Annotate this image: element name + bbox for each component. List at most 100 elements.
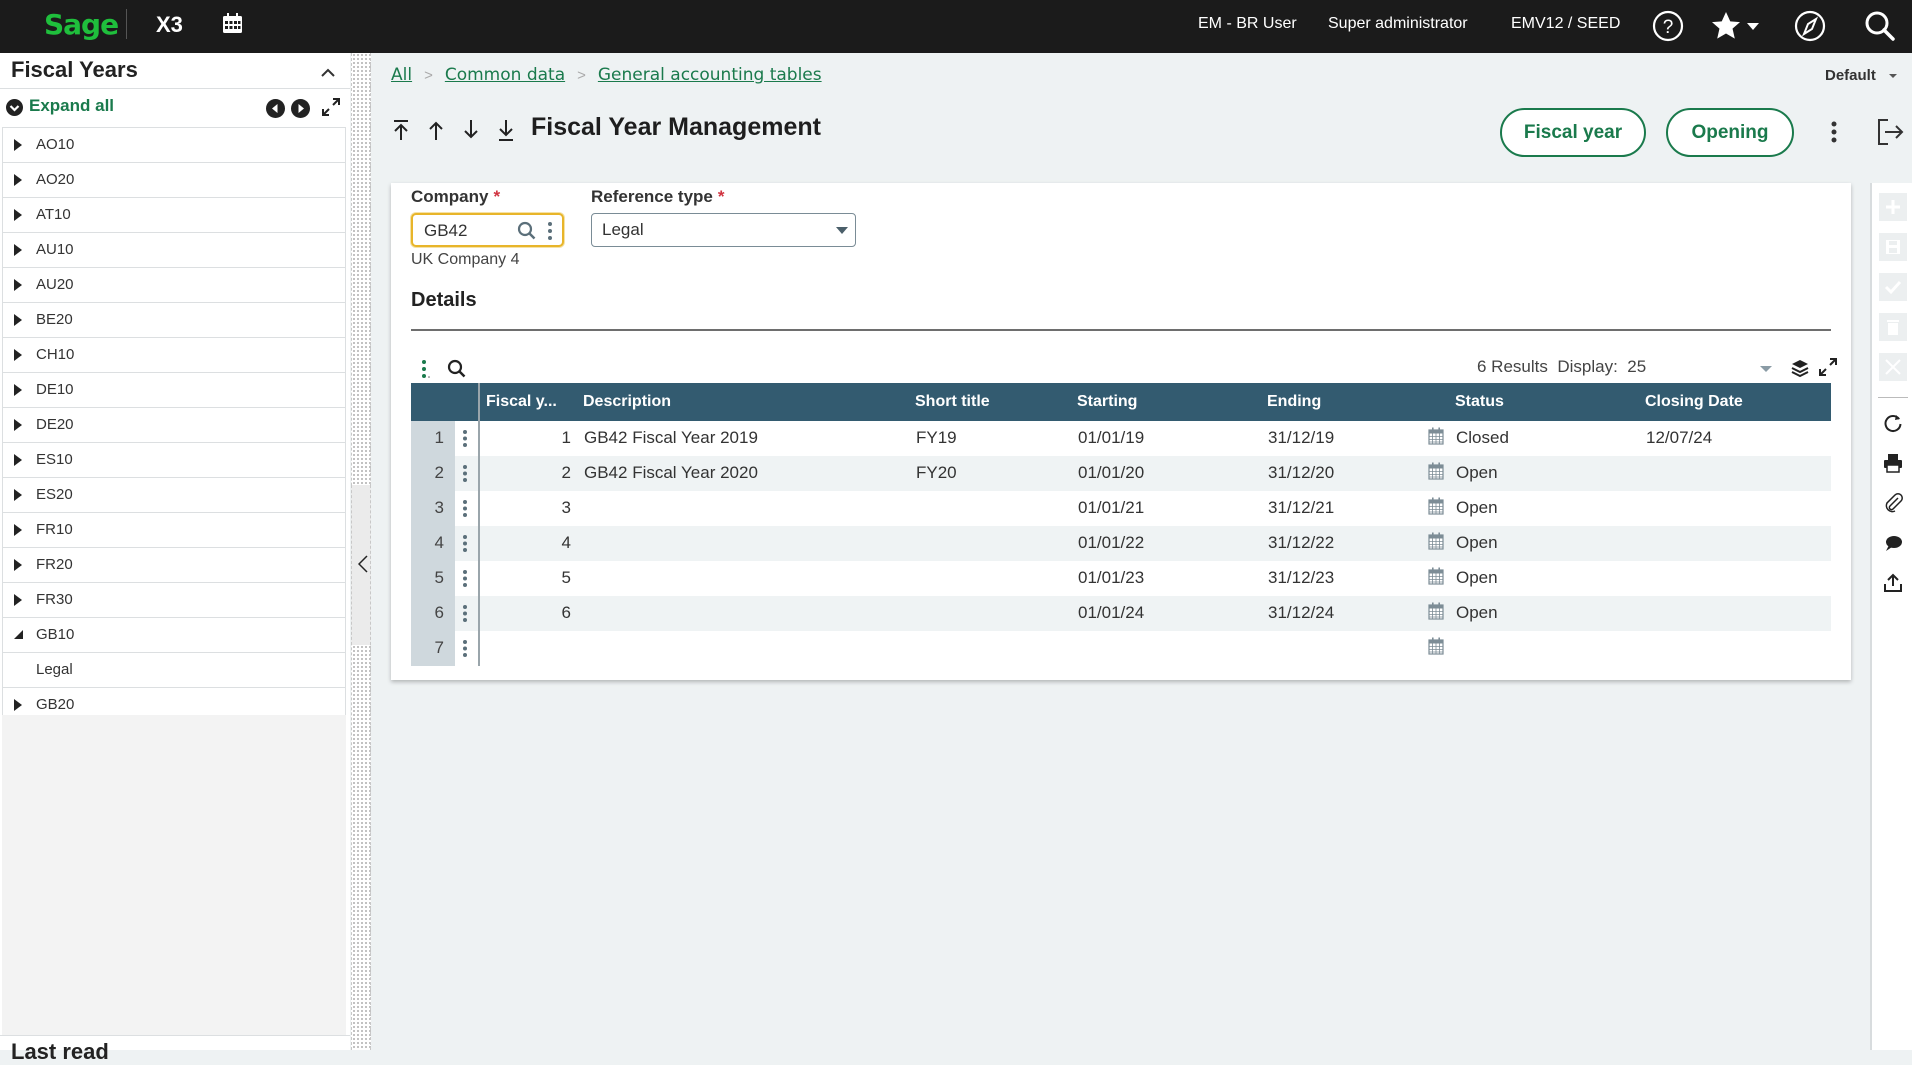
table-row[interactable]: 3 3 01/01/21 31/12/21 Open — [411, 491, 1831, 526]
calendar-icon[interactable] — [222, 13, 243, 34]
tree-item-label[interactable]: BE20 — [36, 311, 73, 328]
cell-status[interactable]: Open — [1456, 463, 1498, 483]
cell-status[interactable]: Open — [1456, 533, 1498, 553]
tree-item[interactable]: CH10 — [3, 338, 345, 373]
collapsed-triangle-icon[interactable] — [14, 244, 22, 256]
row-menu-icon[interactable] — [462, 429, 468, 448]
calendar-icon[interactable] — [1428, 567, 1444, 585]
cell-ending[interactable]: 31/12/19 — [1268, 428, 1334, 448]
tree-item-label[interactable]: Legal — [36, 661, 73, 678]
chevron-up-icon[interactable] — [318, 63, 338, 83]
cell-fiscal-year[interactable]: 4 — [562, 533, 571, 553]
tree-item[interactable]: DE10 — [3, 373, 345, 408]
column-header-status[interactable]: Status — [1455, 393, 1504, 411]
search-icon[interactable] — [517, 221, 537, 241]
next-icon[interactable] — [291, 99, 310, 118]
more-actions-icon[interactable] — [1824, 118, 1844, 146]
row-menu-icon[interactable] — [462, 464, 468, 483]
cell-short-title[interactable]: FY20 — [916, 463, 957, 483]
column-header-closing-date[interactable]: Closing Date — [1645, 393, 1743, 411]
cell-fiscal-year[interactable]: 5 — [562, 568, 571, 588]
grid-search-icon[interactable] — [447, 359, 467, 379]
tree-item-label[interactable]: AO10 — [36, 136, 74, 153]
table-row[interactable]: 4 4 01/01/22 31/12/22 Open — [411, 526, 1831, 561]
cell-ending[interactable]: 31/12/20 — [1268, 463, 1334, 483]
row-menu-icon[interactable] — [462, 604, 468, 623]
calendar-icon[interactable] — [1428, 427, 1444, 445]
tree-item[interactable]: Legal — [3, 653, 345, 688]
role-menu[interactable]: Super administrator — [1328, 15, 1468, 33]
tree-item[interactable]: FR20 — [3, 548, 345, 583]
fiscal-year-button[interactable]: Fiscal year — [1500, 108, 1646, 157]
next-record-icon[interactable] — [461, 118, 481, 142]
table-row[interactable]: 2 2 GB42 Fiscal Year 2020 FY20 01/01/20 31/12… — [411, 456, 1831, 491]
expand-icon[interactable] — [321, 97, 341, 117]
collapsed-triangle-icon[interactable] — [14, 419, 22, 431]
first-record-icon[interactable] — [391, 118, 411, 142]
table-row[interactable]: 6 6 01/01/24 31/12/24 Open — [411, 596, 1831, 631]
tree-item-label[interactable]: GB20 — [36, 696, 74, 713]
tree-item[interactable]: FR30 — [3, 583, 345, 618]
cell-ending[interactable]: 31/12/22 — [1268, 533, 1334, 553]
breadcrumb-common-data[interactable]: Common data — [445, 65, 565, 85]
calendar-icon[interactable] — [1428, 637, 1444, 655]
star-icon[interactable] — [1708, 8, 1744, 44]
tree-item[interactable]: GB10 — [3, 618, 345, 653]
chevron-left-icon[interactable] — [358, 555, 368, 573]
column-header-starting[interactable]: Starting — [1077, 393, 1137, 411]
expand-all-link[interactable]: Expand all — [29, 96, 114, 116]
cell-status[interactable]: Open — [1456, 603, 1498, 623]
view-selector[interactable]: Default — [1825, 67, 1898, 84]
comment-icon[interactable] — [1879, 529, 1907, 557]
endpoint-menu[interactable]: EMV12 / SEED — [1511, 15, 1620, 33]
reference-type-select[interactable]: Legal — [591, 213, 856, 247]
sage-logo[interactable]: Sage — [44, 8, 119, 41]
cell-ending[interactable]: 31/12/23 — [1268, 568, 1334, 588]
expanded-triangle-icon[interactable] — [14, 630, 23, 639]
collapsed-triangle-icon[interactable] — [14, 489, 22, 501]
print-icon[interactable] — [1879, 449, 1907, 477]
collapse-panel-handle[interactable] — [351, 485, 371, 645]
help-icon[interactable]: ? — [1650, 8, 1686, 44]
cell-short-title[interactable]: FY19 — [916, 428, 957, 448]
user-menu[interactable]: EM - BR User — [1198, 15, 1297, 33]
breadcrumb-general-accounting-tables[interactable]: General accounting tables — [598, 65, 822, 85]
tree-item[interactable]: AU20 — [3, 268, 345, 303]
tree-item-label[interactable]: AO20 — [36, 171, 74, 188]
collapsed-triangle-icon[interactable] — [14, 454, 22, 466]
cell-starting[interactable]: 01/01/20 — [1078, 463, 1144, 483]
layers-icon[interactable] — [1790, 358, 1810, 378]
calendar-icon[interactable] — [1428, 602, 1444, 620]
collapsed-triangle-icon[interactable] — [14, 384, 22, 396]
tree-item[interactable]: ES10 — [3, 443, 345, 478]
row-menu-icon[interactable] — [462, 534, 468, 553]
field-options-icon[interactable] — [547, 220, 553, 242]
last-record-icon[interactable] — [496, 118, 516, 142]
cell-starting[interactable]: 01/01/22 — [1078, 533, 1144, 553]
caret-down-icon[interactable] — [1760, 366, 1772, 372]
calendar-icon[interactable] — [1428, 532, 1444, 550]
column-header-description[interactable]: Description — [583, 393, 671, 411]
tree-item-label[interactable]: DE20 — [36, 416, 74, 433]
cell-description[interactable]: GB42 Fiscal Year 2019 — [584, 428, 758, 448]
tree-item[interactable]: DE20 — [3, 408, 345, 443]
tree-item[interactable]: AU10 — [3, 233, 345, 268]
table-row[interactable]: 5 5 01/01/23 31/12/23 Open — [411, 561, 1831, 596]
previous-icon[interactable] — [266, 99, 285, 118]
tree-item-label[interactable]: ES10 — [36, 451, 73, 468]
cell-starting[interactable]: 01/01/19 — [1078, 428, 1144, 448]
compass-icon[interactable] — [1792, 8, 1828, 44]
cell-ending[interactable]: 31/12/21 — [1268, 498, 1334, 518]
tree-item-label[interactable]: AU10 — [36, 241, 74, 258]
row-menu-icon[interactable] — [462, 639, 468, 658]
collapsed-triangle-icon[interactable] — [14, 559, 22, 571]
tree-item-label[interactable]: GB10 — [36, 626, 74, 643]
cell-closing-date[interactable]: 12/07/24 — [1646, 428, 1712, 448]
tree-item[interactable]: FR10 — [3, 513, 345, 548]
cell-status[interactable]: Closed — [1456, 428, 1509, 448]
add-icon[interactable] — [1879, 193, 1907, 221]
cell-starting[interactable]: 01/01/23 — [1078, 568, 1144, 588]
expand-grid-icon[interactable] — [1818, 357, 1838, 377]
tree-item-label[interactable]: FR20 — [36, 556, 73, 573]
cell-description[interactable]: GB42 Fiscal Year 2020 — [584, 463, 758, 483]
